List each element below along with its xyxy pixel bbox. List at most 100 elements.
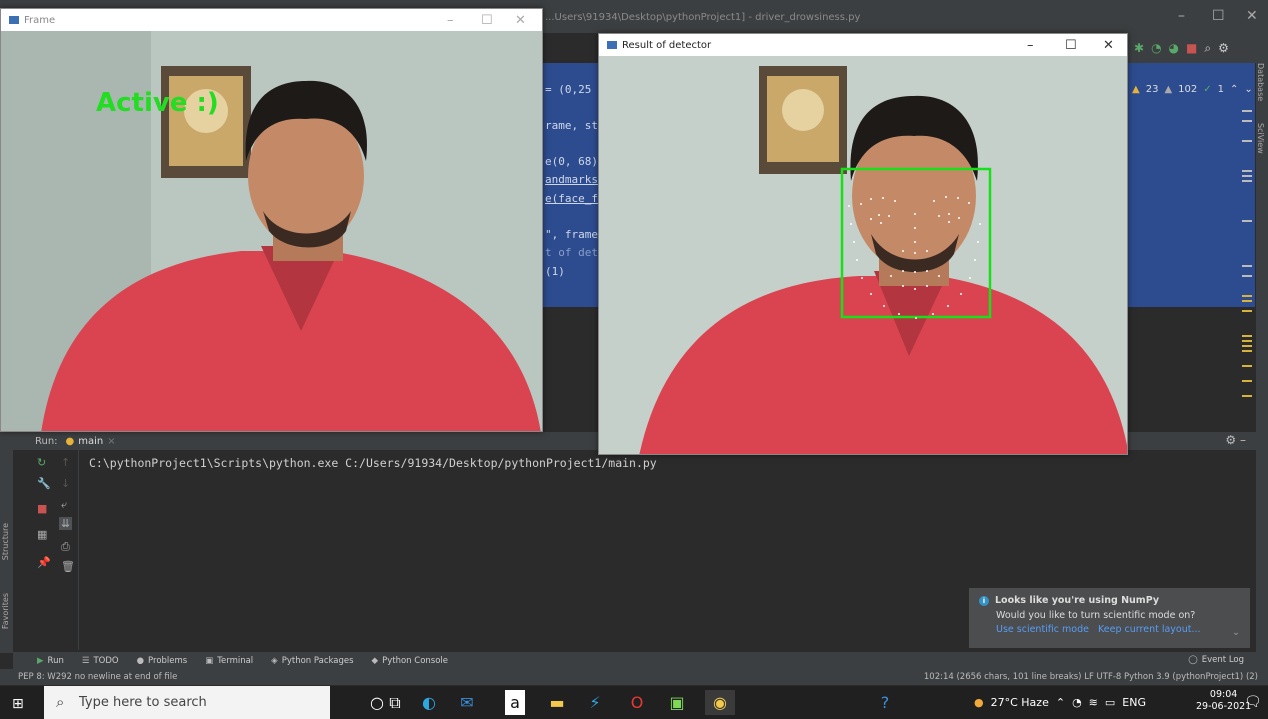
status-bar: PEP 8: W292 no newline at end of file 10… [0, 669, 1268, 685]
stop-icon[interactable]: ■ [37, 502, 47, 515]
pin-icon[interactable]: 📌 [37, 556, 51, 569]
structure-tab[interactable]: Structure [1, 523, 10, 560]
sciview-tab[interactable]: SciView [1256, 123, 1265, 154]
arrow-up-icon[interactable]: ↑ [61, 456, 70, 469]
layout-icon[interactable]: ▦ [37, 528, 47, 541]
power-automate-icon[interactable]: ⚡ [580, 690, 610, 715]
system-tray: ● 27°C Haze ⌃ ◔ ≋ ▭ ENG [974, 696, 1146, 709]
minimize-icon[interactable]: – [1178, 8, 1185, 24]
mail-icon[interactable]: ✉ [452, 690, 482, 715]
settings-gear-icon[interactable]: ⚙ [1218, 41, 1229, 55]
windows-start-icon[interactable]: ⊞ [12, 696, 26, 712]
result-window-titlebar[interactable]: Result of detector [599, 34, 1127, 56]
drowsiness-status-overlay: Active :) [96, 88, 219, 118]
warning-count: 23 [1145, 83, 1159, 95]
detector-result-image [599, 56, 1127, 454]
numpy-notification: i Looks like you're using NumPy Would you… [969, 588, 1250, 648]
windows-taskbar: ⊞ ⌕ Type here to search ○ ⧉ ◐ ✉ a ▬ ⚡ O … [0, 686, 1268, 719]
weak-warning-count: 102 [1178, 83, 1198, 95]
right-tool-strip: Database SciView [1256, 33, 1268, 673]
code-line: e(0, 68) [545, 155, 598, 168]
status-message[interactable]: PEP 8: W292 no newline at end of file [18, 672, 177, 682]
close-icon[interactable]: × [107, 436, 115, 447]
result-window-title: Result of detector [622, 39, 712, 51]
rerun-icon[interactable]: ↻ [37, 456, 46, 469]
info-icon: i [979, 595, 989, 606]
chevron-up-icon[interactable]: ⌃ [1230, 84, 1238, 95]
opera-icon[interactable]: O [622, 690, 652, 715]
trash-icon[interactable]: 🗑 [61, 560, 75, 573]
check-icon: ✓ [1203, 83, 1212, 95]
amazon-icon[interactable]: a [505, 690, 525, 715]
status-details[interactable]: 102:14 (2656 chars, 101 line breaks) LF … [924, 672, 1258, 682]
frame-window[interactable]: Frame – ☐ ✕ Active :) [0, 8, 543, 432]
tool-tab-terminal[interactable]: ▣ Terminal [205, 656, 253, 666]
chevron-up-icon[interactable]: ⌃ [1056, 696, 1065, 709]
poster [759, 66, 847, 174]
weather-text[interactable]: 27°C Haze [991, 696, 1049, 709]
code-line: e(face_f [545, 192, 598, 205]
wrench-icon[interactable]: 🔧 [37, 477, 51, 490]
close-icon[interactable]: ✕ [515, 13, 526, 28]
minimize-icon[interactable]: – [1027, 38, 1034, 53]
debug-icon[interactable]: ✱ [1134, 41, 1144, 55]
close-icon[interactable]: ✕ [1246, 8, 1258, 24]
scroll-to-end-icon[interactable]: ⇊ [59, 517, 73, 530]
stop-icon[interactable]: ■ [1186, 41, 1197, 55]
code-line: (1) [545, 265, 565, 278]
favorites-tab[interactable]: Favorites [1, 593, 10, 629]
chevron-down-icon[interactable]: ⌄ [1232, 627, 1240, 638]
maximize-icon[interactable]: ☐ [1212, 8, 1225, 24]
inspection-widget[interactable]: ▲ 23 ▲ 102 ✓ 1 ⌃ ⌄ [1128, 80, 1255, 98]
tool-tab-run[interactable]: ▶ Run [37, 656, 64, 666]
weather-icon[interactable]: ● [974, 696, 984, 709]
console-command-line: C:\pythonProject1\Scripts\python.exe C:/… [89, 456, 657, 470]
wifi-icon[interactable]: ≋ [1089, 696, 1098, 709]
file-explorer-icon[interactable]: ▬ [542, 690, 572, 715]
help-icon[interactable]: ? [870, 690, 900, 715]
keep-current-layout-link[interactable]: Keep current layout... [1098, 624, 1201, 635]
profile-icon[interactable]: ◕ [1169, 41, 1179, 55]
code-line: t of dete [545, 246, 605, 259]
close-icon[interactable]: ✕ [1103, 38, 1114, 53]
database-tab[interactable]: Database [1256, 63, 1265, 101]
event-log-button[interactable]: ◯ Event Log [1188, 655, 1244, 665]
clock[interactable]: 09:04 29-06-2021 [1196, 689, 1251, 713]
battery-icon[interactable]: ▭ [1105, 696, 1115, 709]
ide-toolbar: ✱ ◔ ◕ ■ ⌕ ⚙ [1128, 33, 1268, 63]
gear-icon[interactable]: ⚙ – [1225, 433, 1246, 447]
ide-window-title: ...Users\91934\Desktop\pythonProject1] -… [545, 12, 861, 23]
result-of-detector-window[interactable]: Result of detector – ☐ ✕ [598, 33, 1128, 455]
tool-tab-python-packages[interactable]: ◈ Python Packages [271, 656, 353, 666]
arrow-down-icon[interactable]: ↓ [61, 477, 70, 490]
use-scientific-mode-link[interactable]: Use scientific mode [996, 624, 1089, 635]
frame-window-titlebar[interactable]: Frame [1, 9, 542, 31]
opencv-window-icon [607, 41, 617, 49]
run-tab-main[interactable]: ● main × [66, 436, 116, 447]
run-toolbar: ↻ ↑ 🔧 ↓ ■ ⤶ ⇊ ▦ ⎙ 📌 🗑 [13, 450, 79, 650]
opencv-window-icon [9, 16, 19, 24]
clock-date: 29-06-2021 [1196, 701, 1252, 712]
minimize-icon[interactable]: – [447, 13, 454, 28]
maximize-icon[interactable]: ☐ [1065, 38, 1077, 53]
python-app-icon[interactable]: ◉ [705, 690, 735, 715]
search-icon[interactable]: ⌕ [1204, 41, 1211, 56]
notification-center-icon[interactable]: 🗨 [1244, 694, 1262, 710]
tool-tab-python-console[interactable]: ◆ Python Console [372, 656, 448, 666]
language-indicator[interactable]: ENG [1122, 696, 1146, 709]
code-line: ", frame [545, 228, 598, 241]
soft-wrap-icon[interactable]: ⤶ [61, 498, 67, 512]
task-view-icon[interactable]: ⧉ [380, 690, 410, 715]
tool-tab-problems[interactable]: ● Problems [137, 656, 188, 666]
code-line: andmarks [545, 173, 598, 186]
edge-icon[interactable]: ◐ [414, 690, 444, 715]
taskbar-search-box[interactable]: ⌕ Type here to search [44, 686, 330, 719]
network-icon[interactable]: ◔ [1072, 696, 1082, 709]
maximize-icon[interactable]: ☐ [481, 13, 493, 28]
chevron-down-icon[interactable]: ⌄ [1244, 84, 1252, 95]
tool-tab-todo[interactable]: ☰ TODO [82, 656, 119, 666]
error-stripe[interactable] [1240, 100, 1254, 410]
pycharm-icon[interactable]: ▣ [662, 690, 692, 715]
coverage-icon[interactable]: ◔ [1151, 41, 1161, 55]
print-icon[interactable]: ⎙ [61, 540, 70, 554]
